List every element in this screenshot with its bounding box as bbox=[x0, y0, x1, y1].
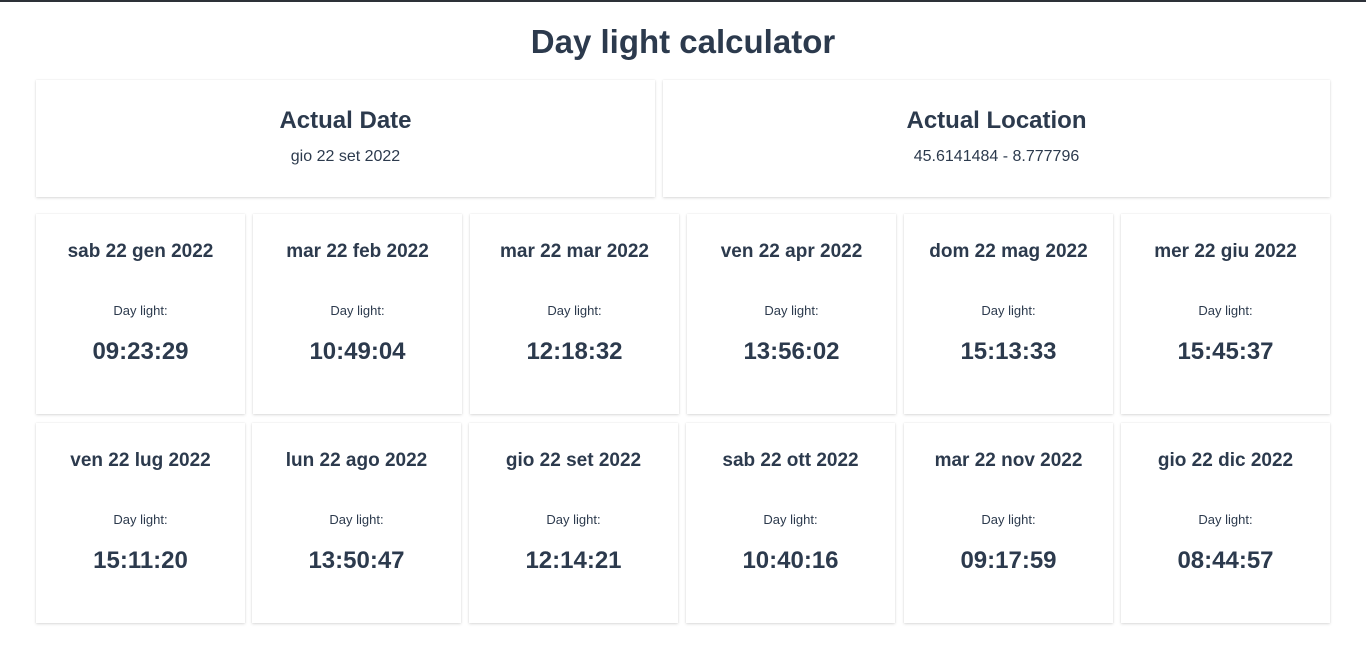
daylight-label: Day light: bbox=[1198, 303, 1253, 318]
daylight-value: 10:49:04 bbox=[309, 338, 406, 365]
daylight-label: Day light: bbox=[547, 303, 602, 318]
daylight-label: Day light: bbox=[764, 303, 819, 318]
month-date: gio 22 dic 2022 bbox=[1157, 450, 1294, 471]
daylight-value: 15:45:37 bbox=[1177, 338, 1274, 365]
actual-date-card: Actual Date gio 22 set 2022 bbox=[36, 80, 655, 197]
daylight-value: 13:56:02 bbox=[743, 338, 840, 365]
daylight-value: 09:23:29 bbox=[92, 338, 189, 365]
month-date: ven 22 apr 2022 bbox=[720, 241, 863, 262]
daylight-value: 15:13:33 bbox=[960, 338, 1057, 365]
daylight-label: Day light: bbox=[763, 512, 818, 527]
daylight-label: Day light: bbox=[1198, 512, 1253, 527]
month-date: mar 22 mar 2022 bbox=[500, 241, 649, 262]
month-date: gio 22 set 2022 bbox=[505, 450, 642, 471]
month-card-april: ven 22 apr 2022 Day light: 13:56:02 bbox=[687, 214, 896, 414]
month-date: dom 22 mag 2022 bbox=[929, 241, 1088, 262]
month-date: mer 22 giu 2022 bbox=[1154, 241, 1297, 262]
month-date: ven 22 lug 2022 bbox=[70, 450, 211, 471]
daylight-label: Day light: bbox=[113, 512, 168, 527]
daylight-value: 13:50:47 bbox=[308, 547, 405, 574]
month-card-march: mar 22 mar 2022 Day light: 12:18:32 bbox=[470, 214, 679, 414]
month-date: mar 22 feb 2022 bbox=[286, 241, 429, 262]
daylight-value: 09:17:59 bbox=[960, 547, 1057, 574]
daylight-value: 12:18:32 bbox=[526, 338, 623, 365]
daylight-label: Day light: bbox=[546, 512, 601, 527]
month-card-july: ven 22 lug 2022 Day light: 15:11:20 bbox=[36, 423, 245, 623]
month-date: sab 22 gen 2022 bbox=[67, 241, 214, 262]
month-card-november: mar 22 nov 2022 Day light: 09:17:59 bbox=[904, 423, 1113, 623]
daylight-label: Day light: bbox=[329, 512, 384, 527]
month-date: sab 22 ott 2022 bbox=[722, 450, 859, 471]
month-date: lun 22 ago 2022 bbox=[285, 450, 428, 471]
actual-date-value: gio 22 set 2022 bbox=[290, 148, 401, 165]
actual-date-title: Actual Date bbox=[279, 107, 412, 134]
month-date: mar 22 nov 2022 bbox=[934, 450, 1083, 471]
month-card-february: mar 22 feb 2022 Day light: 10:49:04 bbox=[253, 214, 462, 414]
daylight-label: Day light: bbox=[981, 512, 1036, 527]
page-title: Day light calculator bbox=[530, 23, 836, 60]
daylight-value: 12:14:21 bbox=[525, 547, 622, 574]
month-card-august: lun 22 ago 2022 Day light: 13:50:47 bbox=[252, 423, 461, 623]
daylight-value: 10:40:16 bbox=[742, 547, 839, 574]
actual-location-card: Actual Location 45.6141484 - 8.777796 bbox=[663, 80, 1330, 197]
actual-location-value: 45.6141484 - 8.777796 bbox=[913, 148, 1080, 165]
month-card-september: gio 22 set 2022 Day light: 12:14:21 bbox=[469, 423, 678, 623]
month-card-october: sab 22 ott 2022 Day light: 10:40:16 bbox=[686, 423, 895, 623]
month-card-may: dom 22 mag 2022 Day light: 15:13:33 bbox=[904, 214, 1113, 414]
month-card-december: gio 22 dic 2022 Day light: 08:44:57 bbox=[1121, 423, 1330, 623]
actual-location-title: Actual Location bbox=[906, 107, 1087, 134]
daylight-label: Day light: bbox=[330, 303, 385, 318]
daylight-value: 08:44:57 bbox=[1177, 547, 1274, 574]
daylight-label: Day light: bbox=[981, 303, 1036, 318]
daylight-value: 15:11:20 bbox=[93, 547, 188, 574]
month-card-june: mer 22 giu 2022 Day light: 15:45:37 bbox=[1121, 214, 1330, 414]
month-card-january: sab 22 gen 2022 Day light: 09:23:29 bbox=[36, 214, 245, 414]
daylight-label: Day light: bbox=[113, 303, 168, 318]
